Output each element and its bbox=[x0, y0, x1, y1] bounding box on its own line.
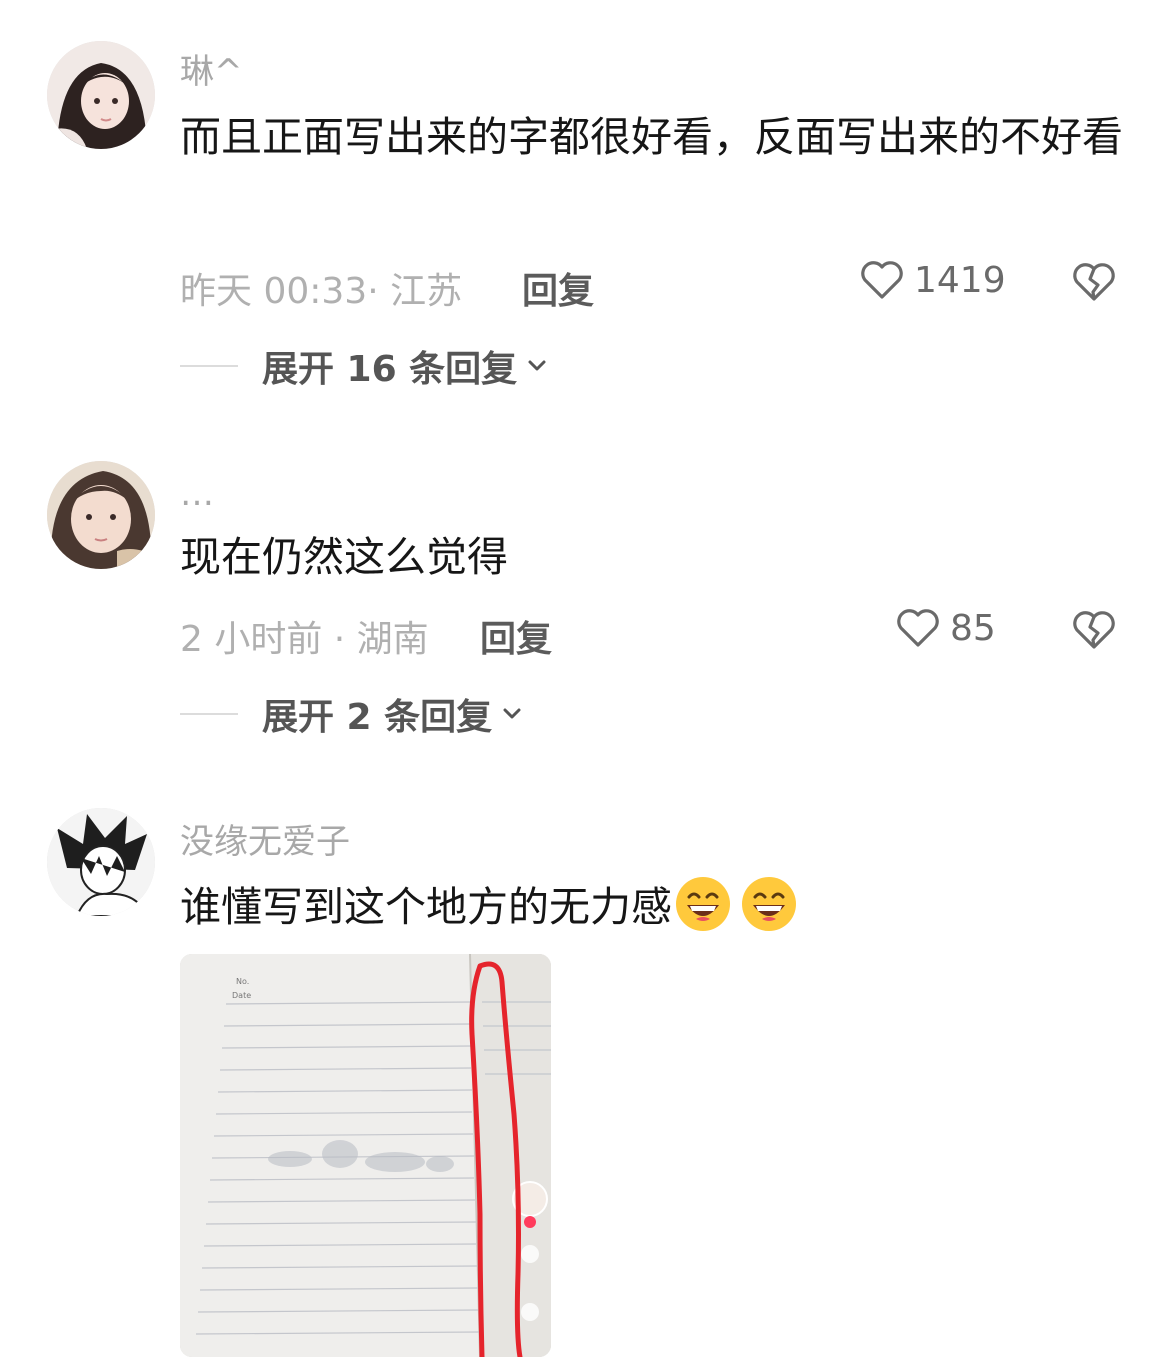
grinning-face-icon bbox=[742, 877, 796, 931]
notebook-photo: No. Date bbox=[180, 954, 551, 1357]
username[interactable]: … bbox=[180, 474, 214, 514]
reply-button[interactable]: 回复 bbox=[522, 262, 594, 314]
divider bbox=[180, 713, 238, 715]
expand-replies-label: 展开 16 条回复 bbox=[262, 349, 518, 390]
username[interactable]: 没缘无爱子 bbox=[180, 814, 350, 863]
grinning-face-icon bbox=[676, 877, 730, 931]
comment-text: 谁懂写到这个地方的无力感 bbox=[180, 883, 672, 931]
time-location: 2 小时前 · 湖南 bbox=[180, 619, 429, 660]
notebook-date-label: Date bbox=[232, 991, 251, 1000]
avatar[interactable] bbox=[47, 41, 155, 149]
username[interactable]: 琳^ bbox=[180, 44, 243, 93]
comment-text: 现在仍然这么觉得 bbox=[180, 533, 508, 581]
broken-heart-icon[interactable] bbox=[1070, 258, 1118, 306]
heart-icon bbox=[861, 261, 903, 299]
avatar[interactable] bbox=[47, 461, 155, 569]
comment-text-row: 谁懂写到这个地方的无力感 bbox=[180, 870, 1140, 944]
chevron-down-icon bbox=[503, 708, 521, 719]
reply-button[interactable]: 回复 bbox=[480, 610, 552, 662]
expand-replies-button[interactable]: 展开 16 条回复 bbox=[180, 340, 551, 392]
chevron-down-icon bbox=[528, 360, 546, 371]
divider bbox=[180, 365, 238, 367]
time-location: 昨天 00:33· 江苏 bbox=[180, 271, 463, 312]
like-count: 1419 bbox=[914, 259, 1006, 301]
comment-image[interactable]: No. Date bbox=[180, 954, 551, 1357]
heart-icon bbox=[897, 609, 939, 647]
like-count: 85 bbox=[950, 607, 996, 649]
notebook-no-label: No. bbox=[236, 977, 249, 986]
expand-replies-button[interactable]: 展开 2 条回复 bbox=[180, 688, 526, 740]
like-button[interactable]: 1419 bbox=[858, 256, 1006, 304]
like-button[interactable]: 85 bbox=[894, 604, 996, 652]
broken-heart-icon[interactable] bbox=[1070, 606, 1118, 654]
expand-replies-label: 展开 2 条回复 bbox=[262, 697, 493, 738]
avatar[interactable] bbox=[47, 808, 155, 916]
comment-text: 而且正面写出来的字都很好看，反面写出来的不好看 bbox=[180, 113, 1123, 161]
